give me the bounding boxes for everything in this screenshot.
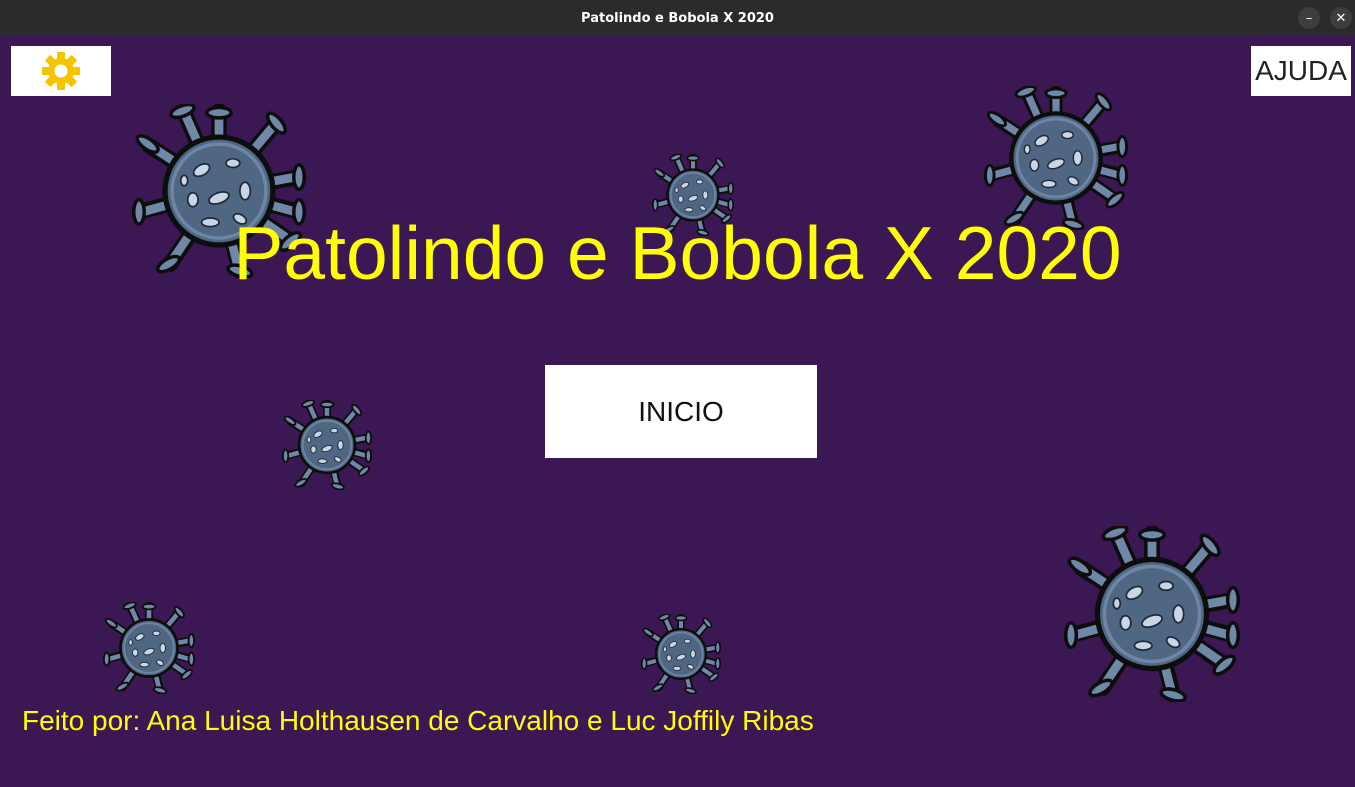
help-button[interactable]: AJUDA bbox=[1251, 46, 1351, 96]
game-stage: AJUDA Patolindo e Bobola X 2020 INICIO F… bbox=[0, 36, 1355, 787]
settings-button[interactable] bbox=[11, 46, 111, 96]
game-title: Patolindo e Bobola X 2020 bbox=[233, 211, 1122, 295]
window-title: Patolindo e Bobola X 2020 bbox=[581, 10, 774, 26]
virus-icon bbox=[641, 614, 721, 694]
virus-icon bbox=[282, 400, 372, 490]
gear-icon bbox=[42, 52, 80, 90]
minimize-button[interactable]: – bbox=[1298, 7, 1320, 29]
virus-icon bbox=[1064, 526, 1240, 702]
credits-text: Feito por: Ana Luisa Holthausen de Carva… bbox=[22, 705, 814, 736]
close-button[interactable]: ✕ bbox=[1330, 7, 1352, 29]
close-icon: ✕ bbox=[1335, 10, 1347, 26]
minimize-icon: – bbox=[1305, 10, 1313, 26]
virus-icon bbox=[984, 86, 1128, 230]
virus-icon bbox=[103, 602, 195, 694]
start-button[interactable]: INICIO bbox=[545, 365, 817, 458]
window-titlebar: Patolindo e Bobola X 2020 – ✕ bbox=[0, 0, 1355, 37]
